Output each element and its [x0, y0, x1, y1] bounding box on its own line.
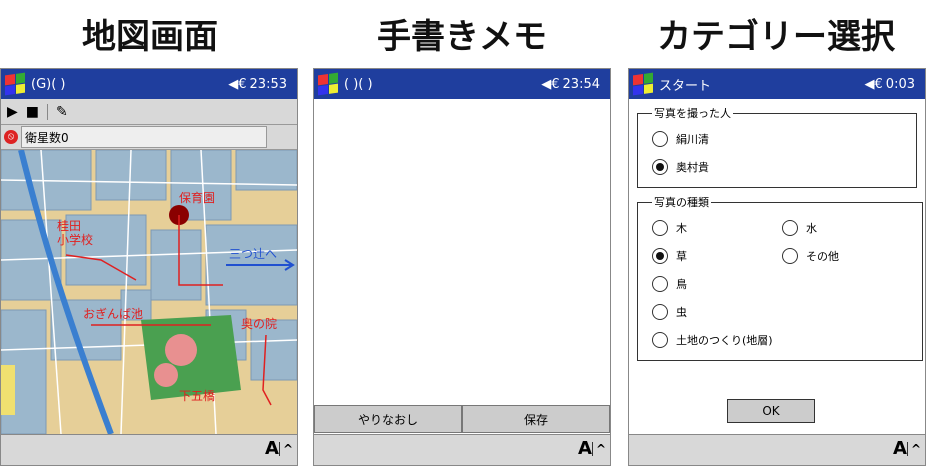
map-label-okunoin: 奥の院	[241, 317, 277, 331]
caption-category: カテゴリー選択	[657, 17, 895, 57]
radio-button[interactable]	[652, 131, 668, 147]
clock[interactable]: 23:53	[250, 77, 287, 92]
radio-button[interactable]	[652, 304, 668, 320]
category-screen: スタート ◀€ 0:03 写真を撮った人 絹川清 奥村貴 写真の種類 木 水 草 …	[628, 68, 926, 466]
radio-button[interactable]	[652, 332, 668, 348]
pen-icon[interactable]: ✎	[56, 104, 68, 120]
map-label-shimogobashi: 下五橋	[179, 389, 215, 403]
handwriting-canvas[interactable]	[314, 99, 610, 403]
photo-type-option[interactable]: 土地のつくり(地層)	[652, 326, 912, 354]
ok-button[interactable]: OK	[727, 399, 815, 423]
photo-type-option[interactable]: その他	[782, 242, 912, 270]
speaker-icon[interactable]: ◀€	[228, 77, 246, 92]
save-button[interactable]: 保存	[462, 405, 610, 433]
map-label-katsurada: 桂田	[57, 218, 81, 233]
title-bar: ( )( ) ◀€ 23:54	[314, 69, 610, 99]
command-bar: A ^	[314, 434, 610, 465]
window-title: スタート	[659, 78, 712, 94]
radio-button[interactable]	[782, 248, 798, 264]
speaker-icon[interactable]: ◀€	[865, 77, 883, 92]
windows-start-icon[interactable]	[318, 72, 338, 96]
photo-type-option[interactable]: 虫	[652, 298, 782, 326]
window-title: ( )( )	[344, 76, 373, 92]
radio-button[interactable]	[652, 248, 668, 264]
map-toolbar: ▶ ■ ✎	[1, 99, 297, 125]
windows-start-icon[interactable]	[5, 72, 25, 96]
photo-type-legend: 写真の種類	[654, 196, 709, 209]
photo-type-option[interactable]: 木	[652, 214, 782, 242]
keyboard-caret-icon: ^	[591, 442, 606, 456]
photo-type-option[interactable]: 鳥	[652, 270, 782, 298]
command-bar: A ^	[629, 434, 925, 465]
keyboard-button[interactable]: A ^	[893, 438, 921, 459]
map-screen: (G)( ) ◀€ 23:53 ▶ ■ ✎ ⦸ 衛星数0 保育園 桂田 小学校 …	[0, 68, 298, 466]
clock[interactable]: 23:54	[563, 77, 600, 92]
caption-memo: 手書きメモ	[377, 17, 547, 57]
memo-screen: ( )( ) ◀€ 23:54 やりなおし 保存 A ^	[313, 68, 611, 466]
map-label-mitsutsuji: 三つ辻へ	[229, 247, 277, 261]
window-title: (G)( )	[31, 76, 66, 92]
play-icon[interactable]: ▶	[7, 104, 18, 120]
photo-type-group: 写真の種類 木 水 草 その他 鳥 虫 土地のつくり(地層)	[637, 194, 923, 361]
map-image: 保育園 桂田 小学校 三つ辻へ おぎんば池 奥の院 下五橋	[1, 150, 297, 434]
photographer-option[interactable]: 奥村貴	[652, 153, 906, 181]
keyboard-button[interactable]: A ^	[578, 438, 606, 459]
caption-map: 地図画面	[82, 17, 218, 57]
windows-start-icon[interactable]	[633, 72, 653, 96]
map-label-oginba-pond: おぎんば池	[83, 307, 143, 321]
map-label-nursery: 保育園	[179, 190, 215, 205]
photo-type-option[interactable]: 草	[652, 242, 782, 270]
radio-button[interactable]	[652, 159, 668, 175]
command-bar: A ^	[1, 434, 297, 465]
keyboard-caret-icon: ^	[906, 442, 921, 456]
speaker-icon[interactable]: ◀€	[541, 77, 559, 92]
stop-icon[interactable]: ■	[26, 104, 39, 120]
map-view[interactable]: 保育園 桂田 小学校 三つ辻へ おぎんば池 奥の院 下五橋	[1, 150, 297, 434]
radio-button[interactable]	[782, 220, 798, 236]
keyboard-button[interactable]: A ^	[265, 438, 293, 459]
photographer-group: 写真を撮った人 絹川清 奥村貴	[637, 105, 917, 188]
radio-button[interactable]	[652, 276, 668, 292]
gps-status-row: ⦸ 衛星数0	[1, 125, 297, 150]
title-bar: (G)( ) ◀€ 23:53	[1, 69, 297, 99]
title-bar: スタート ◀€ 0:03	[629, 69, 925, 99]
keyboard-caret-icon: ^	[278, 442, 293, 456]
photographer-legend: 写真を撮った人	[654, 107, 731, 120]
gps-off-icon: ⦸	[4, 130, 18, 144]
map-label-school: 小学校	[57, 232, 93, 247]
clock[interactable]: 0:03	[886, 77, 915, 92]
radio-button[interactable]	[652, 220, 668, 236]
redo-button[interactable]: やりなおし	[314, 405, 462, 433]
satellite-count: 衛星数0	[21, 126, 267, 148]
photo-type-option[interactable]: 水	[782, 214, 912, 242]
photographer-option[interactable]: 絹川清	[652, 125, 906, 153]
